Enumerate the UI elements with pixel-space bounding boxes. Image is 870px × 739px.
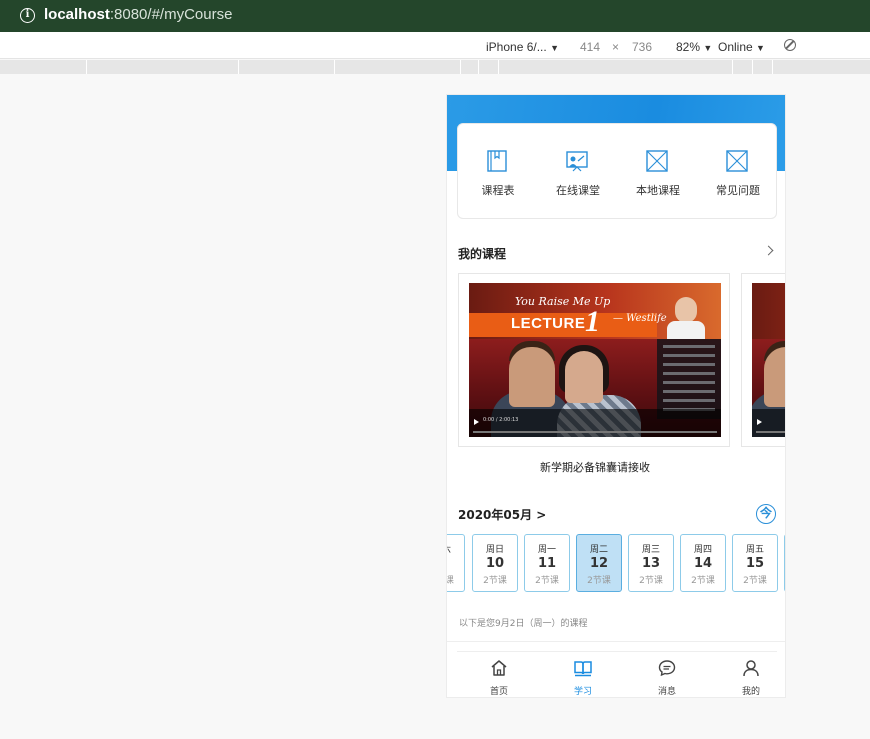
book-icon <box>487 150 507 172</box>
day-number: 13 <box>641 556 661 571</box>
device-toolbar: iPhone 6/... ▼ 414 × 736 82% ▼ Online ▼ <box>0 32 870 59</box>
day-weekday: 周四 <box>693 545 712 555</box>
my-courses-title: 我的课程 <box>458 247 507 261</box>
url-field[interactable]: localhost:8080/#/myCourse <box>44 6 232 23</box>
dimension-separator: × <box>612 40 620 54</box>
site-info-icon[interactable]: i <box>20 8 35 23</box>
tab-label: 我的 <box>741 687 760 697</box>
day-lesson-count: 2节课 <box>691 576 715 586</box>
thumbnail-lecture-number: 1 <box>585 305 600 338</box>
day-cell[interactable]: 周四 14 2节课 <box>680 534 726 592</box>
url-path: :8080/#/myCourse <box>109 6 233 23</box>
quick-link-label: 常见问题 <box>716 184 760 197</box>
day-lesson-count: 2节课 <box>639 576 663 586</box>
quick-link-label: 课程表 <box>481 184 515 197</box>
viewport-width[interactable]: 414 <box>580 40 600 54</box>
chevron-right-icon[interactable] <box>763 245 774 256</box>
day-lesson-count: 2节课 <box>587 576 611 586</box>
day-weekday: 周三 <box>641 545 660 555</box>
video-time: 0:00 / 2:00:13 <box>483 417 519 423</box>
tab-label: 首页 <box>489 687 508 697</box>
image-placeholder-icon <box>646 150 668 172</box>
bottom-tab-bar: 首页 学习 消息 我的 <box>457 651 777 697</box>
tab-label: 消息 <box>657 687 676 697</box>
media-query-ruler <box>0 60 870 74</box>
tab-me[interactable]: 我的 <box>709 652 785 697</box>
phone-viewport: 课程表 在线课堂 本地课程 常见问题 我的课程 LECTURE 1 You Ra… <box>446 94 786 698</box>
day-cell-selected[interactable]: 周二 12 2节课 <box>576 534 622 592</box>
day-weekday: 周五 <box>745 545 764 555</box>
network-throttle-select[interactable]: Online ▼ <box>718 40 765 54</box>
quick-link-label: 本地课程 <box>636 184 680 197</box>
browser-address-bar: i localhost:8080/#/myCourse <box>0 0 870 32</box>
course-card[interactable]: LECTURE 1 You Raise Me Up — Westlife 0:0… <box>458 273 730 447</box>
image-placeholder-icon <box>726 150 748 172</box>
day-cell[interactable]: 周一 11 2节课 <box>524 534 570 592</box>
course-card[interactable] <box>741 273 785 447</box>
day-number: 12 <box>589 556 609 571</box>
day-weekday: 周二 <box>589 545 608 555</box>
thumbnail-script-text: You Raise Me Up <box>515 295 611 308</box>
day-number: 15 <box>745 556 765 571</box>
quick-links-card: 课程表 在线课堂 本地课程 常见问题 <box>457 123 777 219</box>
open-book-icon <box>574 661 592 677</box>
tab-label: 学习 <box>573 687 592 697</box>
day-number: 14 <box>693 556 713 571</box>
day-lesson-count: 2节课 <box>483 576 507 586</box>
quick-link-faq[interactable]: 常见问题 <box>698 124 778 220</box>
whiteboard-icon <box>566 151 588 172</box>
viewport-height[interactable]: 736 <box>632 40 652 54</box>
today-icon[interactable]: 今 <box>756 504 776 524</box>
tab-home[interactable]: 首页 <box>457 652 541 697</box>
tab-study[interactable]: 学习 <box>541 652 625 697</box>
day-weekday: 周六 <box>447 542 464 555</box>
course-thumbnail <box>752 283 785 437</box>
play-icon <box>474 419 479 425</box>
user-icon <box>743 660 759 677</box>
day-number: 11 <box>537 556 557 571</box>
day-cell[interactable] <box>784 534 785 592</box>
quick-link-schedule[interactable]: 课程表 <box>458 124 538 220</box>
day-cell[interactable]: 周日 10 2节课 <box>472 534 518 592</box>
quick-link-online-class[interactable]: 在线课堂 <box>538 124 618 220</box>
schedule-hint: 以下是您9月2日（周一）的课程 <box>459 619 588 629</box>
home-icon <box>491 660 507 676</box>
message-icon <box>658 660 676 677</box>
quick-link-local-course[interactable]: 本地课程 <box>618 124 698 220</box>
tab-messages[interactable]: 消息 <box>625 652 709 697</box>
day-cell[interactable]: 周五 15 2节课 <box>732 534 778 592</box>
quick-link-label: 在线课堂 <box>556 184 600 197</box>
day-lesson-count: 2节课 <box>535 576 559 586</box>
day-cell[interactable]: 周六 2节课 <box>447 534 465 592</box>
zoom-select[interactable]: 82% ▼ <box>676 40 712 54</box>
day-lesson-count: 2节课 <box>447 573 464 586</box>
divider <box>447 641 785 642</box>
course-thumbnail: LECTURE 1 You Raise Me Up — Westlife 0:0… <box>469 283 721 437</box>
thumbnail-lecture-text: LECTURE <box>511 315 586 332</box>
device-select[interactable]: iPhone 6/... ▼ <box>486 40 559 54</box>
course-name: 新学期必备锦囊请接收 <box>540 461 650 474</box>
thumbnail-script-text-2: — Westlife <box>613 313 667 324</box>
day-weekday: 周一 <box>537 545 556 555</box>
month-selector[interactable]: 2020年05月 > <box>458 506 546 523</box>
day-weekday: 周日 <box>485 545 504 555</box>
day-number: 10 <box>485 556 505 571</box>
day-lesson-count: 2节课 <box>743 576 767 586</box>
url-host: localhost <box>44 6 110 23</box>
video-controls: 0:00 / 2:00:13 <box>469 409 721 437</box>
rotate-icon[interactable] <box>784 39 796 51</box>
day-cell[interactable]: 周三 13 2节课 <box>628 534 674 592</box>
